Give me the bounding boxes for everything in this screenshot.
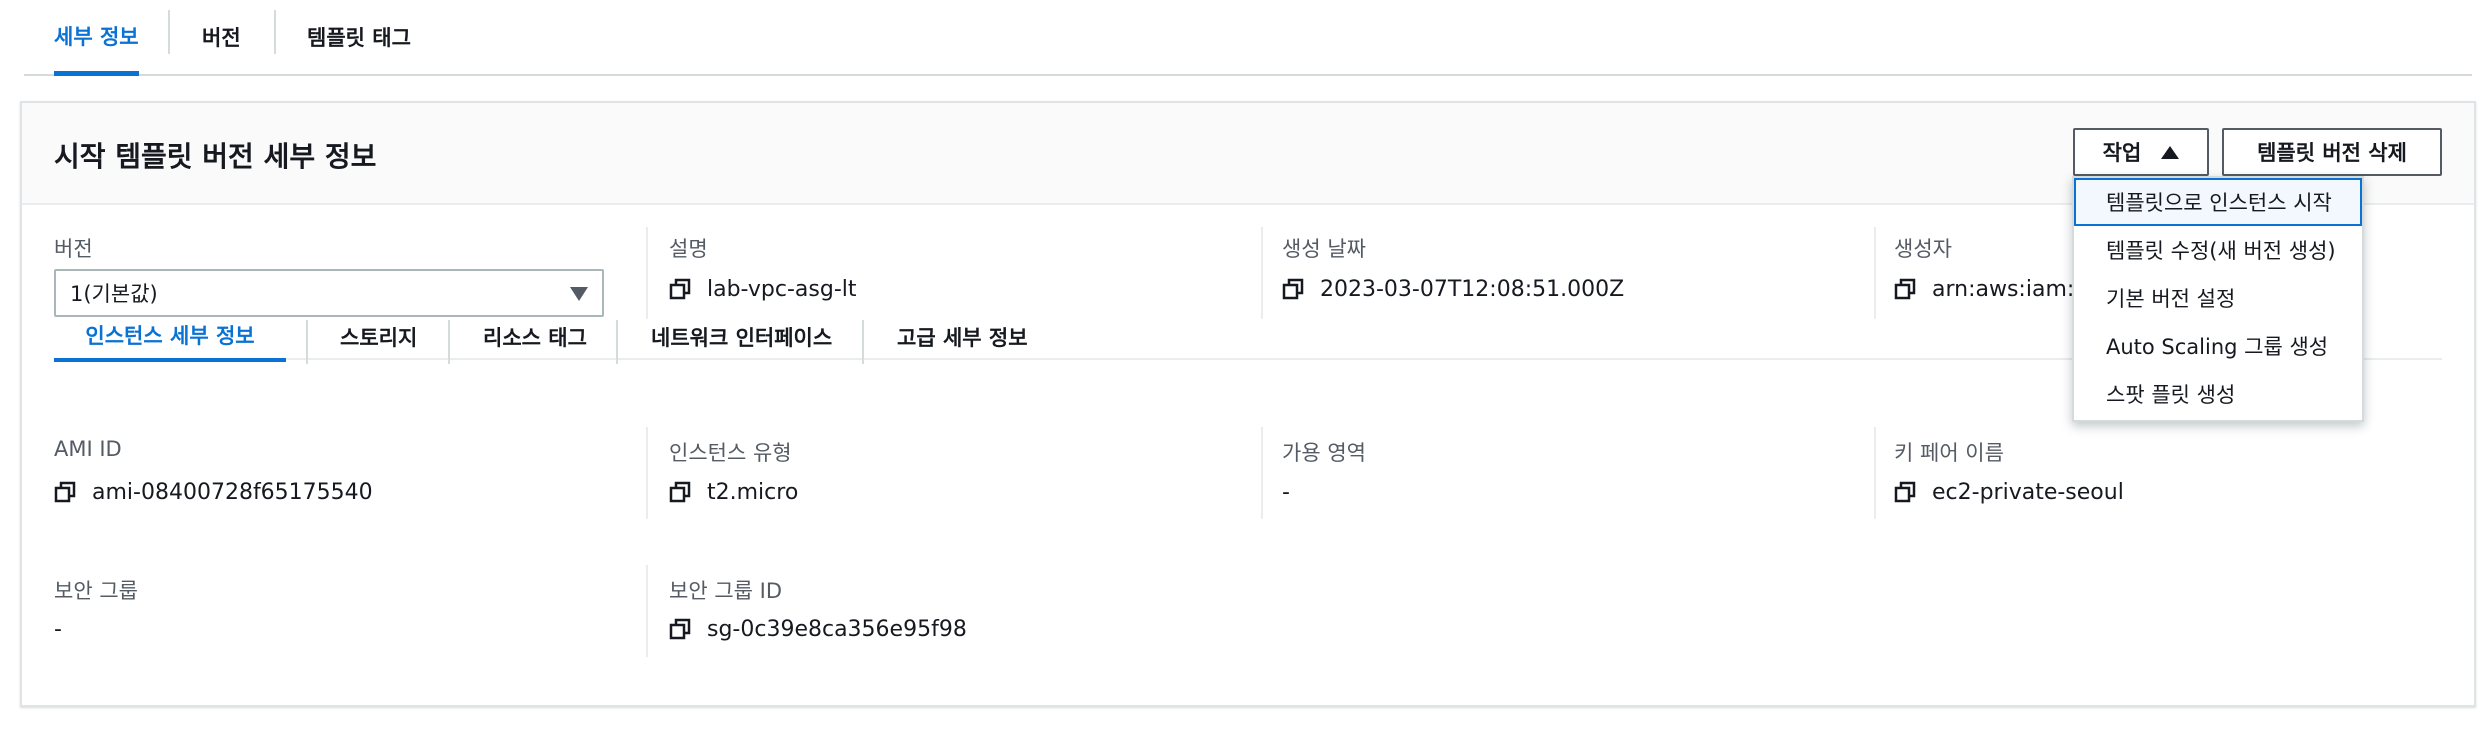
delete-template-version-button[interactable]: 템플릿 버전 삭제 bbox=[2222, 128, 2442, 176]
availability-zone-value: - bbox=[1282, 479, 1290, 505]
copy-icon[interactable] bbox=[54, 481, 76, 503]
key-pair-text: ec2-private-seoul bbox=[1932, 479, 2124, 505]
copy-icon[interactable] bbox=[669, 481, 691, 503]
tab-divider bbox=[448, 320, 450, 364]
menu-item-label: 템플릿으로 인스턴스 시작 bbox=[2106, 191, 2332, 215]
actions-dropdown-menu: 템플릿으로 인스턴스 시작 템플릿 수정(새 버전 생성) 기본 버전 설정 A… bbox=[2072, 176, 2364, 422]
panel-title: 시작 템플릿 버전 세부 정보 bbox=[54, 140, 377, 173]
menu-item-label: 기본 버전 설정 bbox=[2106, 287, 2236, 311]
security-group-id-label: 보안 그룹 ID bbox=[669, 579, 782, 603]
security-group-label: 보안 그룹 bbox=[54, 579, 138, 603]
tab-instance-details[interactable]: 인스턴스 세부 정보 bbox=[54, 312, 286, 362]
menu-item-label: 스팟 플릿 생성 bbox=[2106, 383, 2236, 407]
instance-type-value: t2.micro bbox=[669, 472, 798, 512]
caret-down-icon bbox=[570, 287, 588, 301]
tab-resource-tags[interactable]: 리소스 태그 bbox=[483, 312, 587, 362]
detail-tabs: 세부 정보 버전 템플릿 태그 bbox=[24, 0, 2472, 76]
key-pair-value: ec2-private-seoul bbox=[1894, 472, 2124, 512]
copy-icon[interactable] bbox=[669, 278, 691, 300]
version-select[interactable]: 1(기본값) bbox=[54, 269, 604, 317]
menu-item-create-spot-fleet[interactable]: 스팟 플릿 생성 bbox=[2074, 370, 2362, 418]
tab-network-interfaces[interactable]: 네트워크 인터페이스 bbox=[651, 312, 832, 362]
column-divider bbox=[1261, 227, 1263, 319]
copy-icon[interactable] bbox=[669, 618, 691, 640]
column-divider bbox=[646, 565, 648, 657]
menu-item-label: 템플릿 수정(새 버전 생성) bbox=[2106, 239, 2336, 263]
security-group-value: - bbox=[54, 616, 62, 642]
ami-id-label: AMI ID bbox=[54, 437, 122, 461]
tab-advanced-details-label: 고급 세부 정보 bbox=[897, 326, 1028, 350]
availability-zone-label: 가용 영역 bbox=[1282, 441, 1366, 465]
menu-item-modify-template[interactable]: 템플릿 수정(새 버전 생성) bbox=[2074, 226, 2362, 274]
column-divider bbox=[646, 427, 648, 519]
caret-up-icon bbox=[2161, 145, 2180, 159]
menu-item-launch-instance[interactable]: 템플릿으로 인스턴스 시작 bbox=[2074, 178, 2362, 226]
tab-details[interactable]: 세부 정보 bbox=[54, 0, 139, 76]
column-divider bbox=[1261, 427, 1263, 519]
actions-button-label: 작업 bbox=[2102, 141, 2142, 165]
description-value: lab-vpc-asg-lt bbox=[669, 269, 857, 309]
tab-versions[interactable]: 버전 bbox=[202, 0, 241, 74]
tab-network-interfaces-label: 네트워크 인터페이스 bbox=[651, 326, 833, 350]
column-divider bbox=[646, 227, 648, 319]
tab-divider bbox=[168, 10, 170, 54]
security-group-id-text: sg-0c39e8ca356e95f98 bbox=[707, 616, 967, 642]
ami-id-value: ami-08400728f65175540 bbox=[54, 472, 373, 512]
tab-divider bbox=[862, 320, 864, 364]
column-divider bbox=[1874, 227, 1876, 319]
copy-icon[interactable] bbox=[1894, 278, 1916, 300]
tab-template-tags-label: 템플릿 태그 bbox=[307, 26, 411, 50]
delete-button-label: 템플릿 버전 삭제 bbox=[2257, 141, 2407, 165]
copy-icon[interactable] bbox=[1894, 481, 1916, 503]
tab-divider bbox=[274, 10, 276, 54]
tab-storage[interactable]: 스토리지 bbox=[340, 312, 417, 362]
created-date-label: 생성 날짜 bbox=[1282, 237, 1366, 261]
tab-advanced-details[interactable]: 고급 세부 정보 bbox=[897, 312, 1028, 362]
key-pair-label: 키 페어 이름 bbox=[1894, 441, 2004, 465]
column-divider bbox=[1874, 427, 1876, 519]
tab-divider bbox=[306, 320, 308, 364]
tab-template-tags[interactable]: 템플릿 태그 bbox=[307, 0, 411, 74]
description-label: 설명 bbox=[669, 237, 708, 261]
instance-type-text: t2.micro bbox=[707, 479, 799, 505]
created-date-text: 2023-03-07T12:08:51.000Z bbox=[1320, 276, 1625, 302]
ami-id-text: ami-08400728f65175540 bbox=[92, 479, 373, 505]
tab-details-label: 세부 정보 bbox=[54, 24, 139, 49]
tab-divider bbox=[616, 320, 618, 364]
tab-versions-label: 버전 bbox=[202, 26, 241, 50]
instance-type-label: 인스턴스 유형 bbox=[669, 441, 792, 465]
tab-storage-label: 스토리지 bbox=[340, 326, 418, 350]
menu-item-create-auto-scaling-group[interactable]: Auto Scaling 그룹 생성 bbox=[2074, 322, 2362, 370]
tab-instance-details-label: 인스턴스 세부 정보 bbox=[85, 324, 255, 348]
tab-resource-tags-label: 리소스 태그 bbox=[483, 326, 587, 350]
version-label: 버전 bbox=[54, 237, 93, 261]
menu-item-set-default-version[interactable]: 기본 버전 설정 bbox=[2074, 274, 2362, 322]
copy-icon[interactable] bbox=[1282, 278, 1304, 300]
version-select-value: 1(기본값) bbox=[70, 282, 158, 306]
description-text: lab-vpc-asg-lt bbox=[707, 276, 857, 302]
created-date-value: 2023-03-07T12:08:51.000Z bbox=[1282, 269, 1624, 309]
menu-item-label: Auto Scaling 그룹 생성 bbox=[2106, 335, 2329, 359]
security-group-id-value: sg-0c39e8ca356e95f98 bbox=[669, 609, 967, 649]
actions-button[interactable]: 작업 bbox=[2073, 128, 2209, 176]
creator-value: arn:aws:iam::2 bbox=[1894, 269, 2096, 309]
creator-label: 생성자 bbox=[1894, 237, 1952, 261]
